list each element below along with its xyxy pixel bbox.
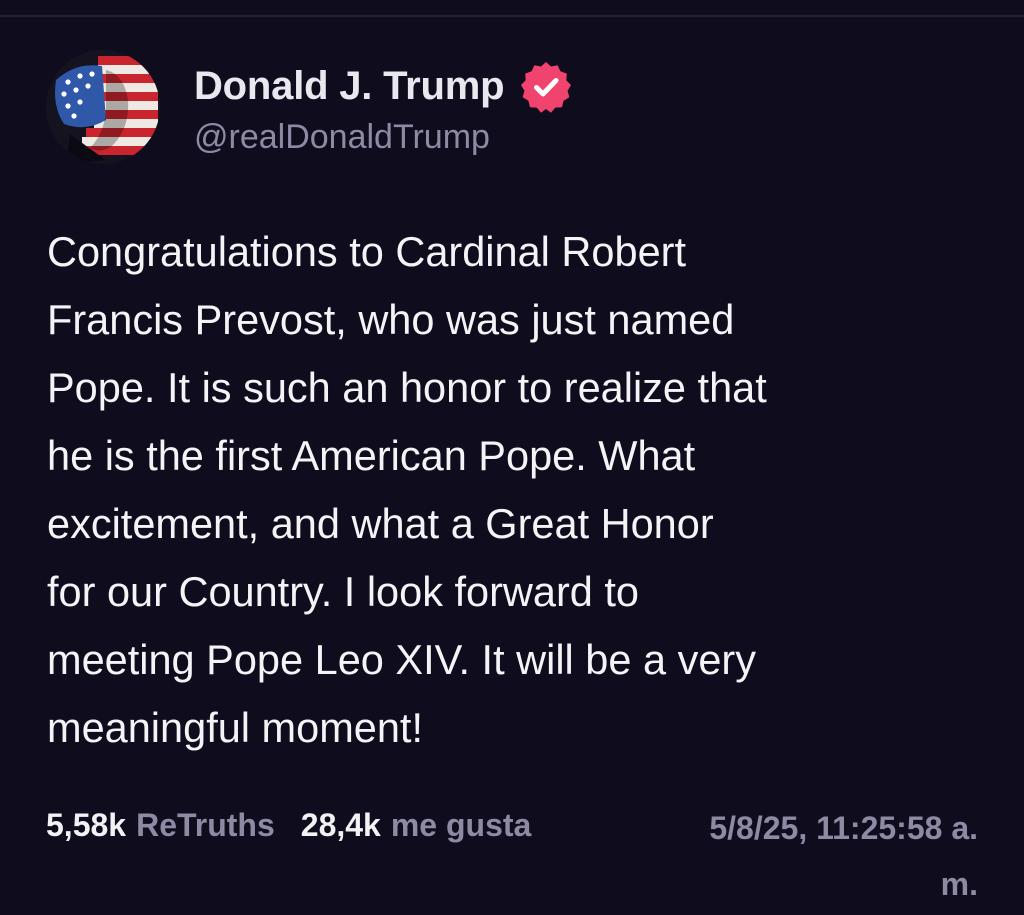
post-text: Congratulations to Cardinal Robert Franc… xyxy=(47,228,767,751)
top-divider xyxy=(0,15,1024,17)
retruths-label[interactable]: ReTruths xyxy=(136,800,275,850)
avatar[interactable] xyxy=(46,50,160,164)
post-stats: 5,58k ReTruths 28,4k me gusta xyxy=(46,800,531,850)
retruths-count[interactable]: 5,58k xyxy=(46,800,126,850)
verified-badge-icon xyxy=(521,61,572,113)
flag-portrait-avatar-icon xyxy=(46,50,160,164)
author-handle[interactable]: @realDonaldTrump xyxy=(194,118,574,157)
author-names: Donald J. Trump @realDonaldTrump xyxy=(194,58,574,157)
post-timestamp: 5/8/25, 11:25:58 a. m. xyxy=(709,810,978,902)
likes-count[interactable]: 28,4k xyxy=(301,800,381,850)
post-header: Donald J. Trump @realDonaldTrump xyxy=(46,50,574,164)
post-footer: 5,58k ReTruths 28,4k me gusta 5/8/25, 11… xyxy=(46,800,978,912)
display-name[interactable]: Donald J. Trump xyxy=(194,64,505,109)
likes-label[interactable]: me gusta xyxy=(391,800,531,850)
display-name-row: Donald J. Trump xyxy=(194,58,574,116)
